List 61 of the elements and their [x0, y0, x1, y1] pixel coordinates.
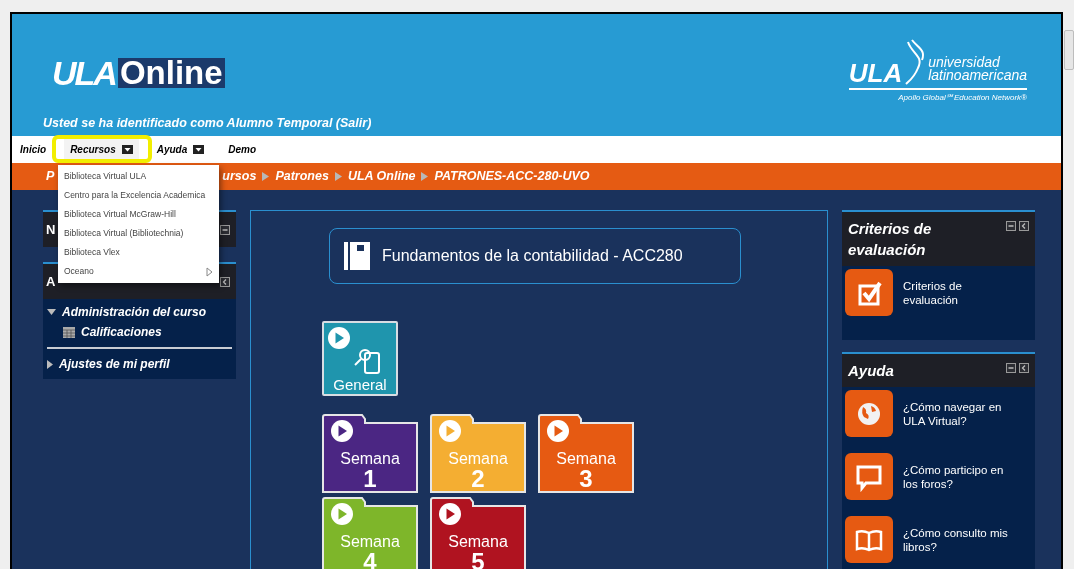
link-tile[interactable] — [845, 453, 893, 500]
separator-icon — [262, 172, 270, 181]
minimize-icon — [220, 224, 230, 235]
tagline: Apollo Global℠ Education Network® — [898, 92, 1027, 104]
link-tile[interactable] — [845, 269, 893, 316]
collapse-icon — [1019, 221, 1029, 231]
breadcrumb-link[interactable]: Patrones — [275, 167, 329, 186]
help-link[interactable]: ¿Cómo participo en los foros? — [903, 462, 1013, 491]
help-link[interactable]: Criterios de evaluación — [903, 278, 1013, 307]
nav-item[interactable]: Recursos — [64, 138, 139, 161]
help-link[interactable]: ¿Cómo consulto mis libros? — [903, 525, 1013, 554]
separator-icon — [421, 172, 429, 181]
link-tile[interactable] — [845, 516, 893, 563]
user-status: Usted se ha identificado como Alumno Temporal (Salir) — [43, 115, 372, 132]
week-tile[interactable]: Semana 1 — [322, 414, 418, 493]
menu-item[interactable]: Oceano — [58, 262, 219, 281]
play-icon — [546, 419, 570, 443]
nav-item[interactable]: Inicio — [14, 138, 53, 161]
course-title: Fundamentos de la contabilidad - ACC280 — [382, 246, 683, 266]
logo-text: ULA — [848, 60, 903, 86]
help-link[interactable]: ¿Cómo navegar en ULA Virtual? — [903, 399, 1013, 428]
nav-item[interactable]: Ayuda — [150, 138, 211, 161]
separator-icon — [334, 172, 342, 181]
menu-item[interactable]: Biblioteca Vlex — [58, 243, 219, 262]
notebook-icon — [344, 242, 370, 270]
table-icon — [63, 326, 75, 338]
week-tile[interactable]: Semana 3 — [538, 414, 634, 493]
breadcrumb-link[interactable]: ursos — [222, 167, 257, 186]
collapse-icon — [1019, 363, 1029, 373]
link-tile[interactable] — [845, 390, 893, 437]
menu-item[interactable]: Biblioteca Virtual (Bibliotechnia) — [58, 224, 219, 243]
university-name: latinoamericana — [928, 69, 1027, 82]
menu-item[interactable]: Biblioteca Virtual ULA — [58, 167, 219, 186]
play-icon — [330, 419, 354, 443]
play-icon — [438, 502, 462, 526]
nav-item[interactable]: Demo — [222, 138, 263, 161]
logo-text: Online — [117, 58, 225, 88]
minimize-icon — [1006, 221, 1016, 231]
play-icon — [330, 502, 354, 526]
collapse-icon — [220, 276, 230, 287]
breadcrumb-link[interactable]: ULA Online — [347, 167, 416, 186]
block-title: N — [46, 220, 56, 239]
tree-item[interactable]: Administración del curso — [62, 303, 207, 321]
tree-item[interactable]: Ajustes de mi perfil — [59, 355, 170, 373]
document-search-icon — [353, 347, 383, 377]
university-name: universidad — [928, 56, 1000, 69]
menu-item[interactable]: Biblioteca Virtual McGraw-Hill — [58, 205, 219, 224]
play-icon — [438, 419, 462, 443]
block-title: A — [46, 272, 56, 291]
breadcrumb-link[interactable]: PATRONES-ACC-280-UVO — [434, 167, 590, 186]
scrollbar[interactable] — [1064, 30, 1074, 70]
play-icon — [327, 326, 351, 350]
breadcrumb-link[interactable]: P — [46, 167, 55, 186]
bird-icon — [904, 38, 927, 86]
logo-text: ULA — [52, 56, 117, 90]
menu-item[interactable]: Centro para la Excelencia Academica — [58, 186, 219, 205]
minimize-icon — [1006, 363, 1016, 373]
tree-item[interactable]: Calificaciones — [81, 323, 162, 341]
section-tile[interactable]: General — [322, 321, 398, 396]
block-title: Criterios de evaluación — [848, 219, 933, 260]
block-title: Ayuda — [848, 361, 895, 381]
